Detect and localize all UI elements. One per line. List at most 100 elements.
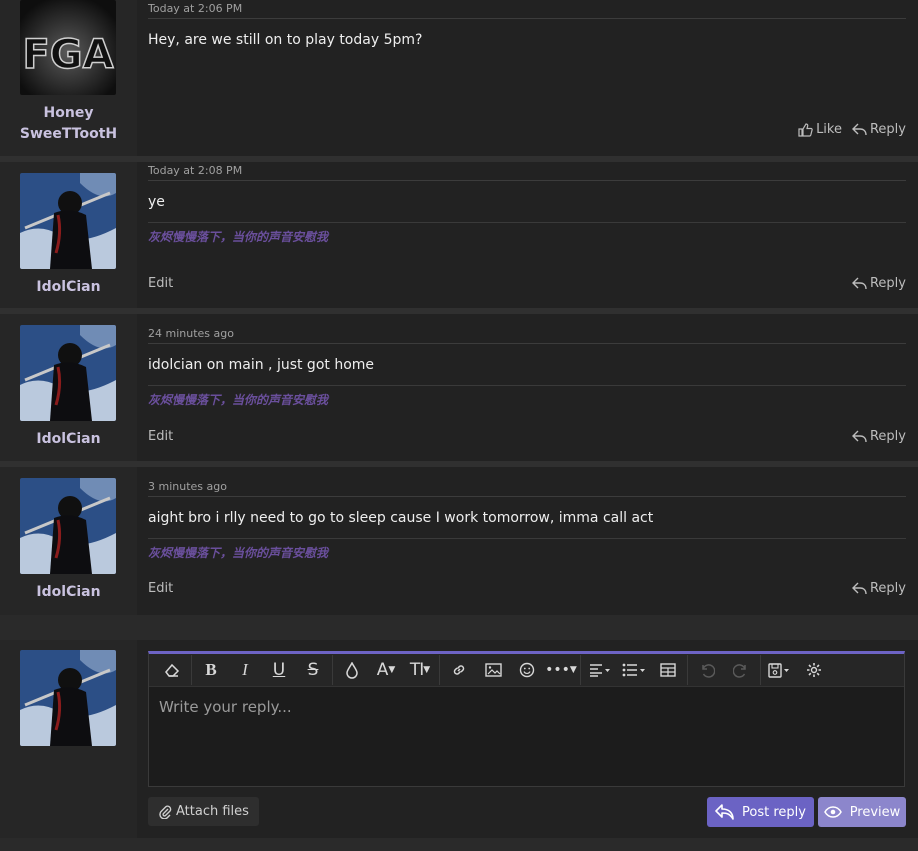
post-actions: Reply xyxy=(851,429,906,444)
reply-label[interactable]: Reply xyxy=(870,581,906,596)
reply-button[interactable]: Reply xyxy=(851,276,906,291)
image-icon[interactable] xyxy=(476,655,510,685)
editor-toolbar: B I U S A ▼ TI ▼ ••• ▼ xyxy=(149,654,904,687)
table-icon[interactable] xyxy=(651,655,685,685)
message-column: Today at 2:06 PM Hey, are we still on to… xyxy=(148,0,906,156)
settings-icon[interactable] xyxy=(797,655,831,685)
eraser-icon[interactable] xyxy=(155,655,189,685)
signature: 灰烬慢慢落下，当你的声音安慰我 xyxy=(148,393,329,407)
user-column: IdolCian xyxy=(0,314,137,461)
reply-label[interactable]: Reply xyxy=(870,429,906,444)
message-column: 24 minutes ago idolcian on main , just g… xyxy=(148,314,906,461)
avatar-logo-text: FGA xyxy=(22,32,113,78)
post-3: IdolCian 24 minutes ago idolcian on main… xyxy=(0,314,918,467)
username-line-2[interactable]: SweeTTootH xyxy=(0,124,137,145)
font-family-icon[interactable]: A ▼ xyxy=(369,655,403,685)
post-1: FGA Honey SweeTTootH Today at 2:06 PM He… xyxy=(0,0,918,162)
avatar[interactable]: FGA xyxy=(20,0,116,95)
font-size-glyph: TI xyxy=(409,660,424,680)
thumbs-up-icon xyxy=(798,122,813,137)
post-actions: Like Reply xyxy=(798,122,906,137)
avatar[interactable] xyxy=(20,173,116,269)
page-footer-strip xyxy=(0,838,918,851)
italic-icon[interactable]: I xyxy=(228,655,262,685)
quick-reply: B I U S A ▼ TI ▼ ••• ▼ Write your reply.… xyxy=(0,640,918,838)
redo-icon[interactable] xyxy=(724,655,758,685)
bold-icon[interactable]: B xyxy=(194,655,228,685)
signature-block: 灰烬慢慢落下，当你的声音安慰我 xyxy=(148,538,906,561)
username[interactable]: IdolCian xyxy=(0,582,137,603)
reply-button[interactable]: Reply xyxy=(851,429,906,444)
ellipsis-icon: ••• xyxy=(545,662,570,678)
paperclip-icon xyxy=(159,805,172,819)
avatar[interactable] xyxy=(20,478,116,574)
reply-arrow-icon xyxy=(851,430,867,443)
reply-input[interactable]: Write your reply... xyxy=(159,698,292,716)
chevron-down-icon: ▼ xyxy=(569,665,577,675)
font-size-icon[interactable]: TI ▼ xyxy=(403,655,437,685)
preview-button[interactable]: Preview xyxy=(818,797,906,827)
toolbar-divider xyxy=(687,655,688,685)
reply-arrow-icon xyxy=(851,123,867,136)
post-timestamp[interactable]: Today at 2:08 PM xyxy=(148,162,906,181)
toolbar-divider xyxy=(580,655,581,685)
post-timestamp[interactable]: 3 minutes ago xyxy=(148,467,906,497)
reply-button[interactable]: Reply xyxy=(851,122,906,137)
font-family-glyph: A xyxy=(376,660,389,680)
post-reply-label[interactable]: Post reply xyxy=(742,805,806,820)
edit-button[interactable]: Edit xyxy=(148,429,173,444)
preview-label[interactable]: Preview xyxy=(850,805,901,820)
edit-button[interactable]: Edit xyxy=(148,581,173,596)
post-actions: Reply xyxy=(851,276,906,291)
username[interactable]: Honey SweeTTootH xyxy=(0,103,137,145)
signature-block: 灰烬慢慢落下，当你的声音安慰我 xyxy=(148,385,906,408)
message-column: Today at 2:08 PM ye 灰烬慢慢落下，当你的声音安慰我 Edit… xyxy=(148,162,906,308)
username-line-1[interactable]: Honey xyxy=(0,103,137,124)
signature: 灰烬慢慢落下，当你的声音安慰我 xyxy=(148,546,329,560)
toolbar-divider xyxy=(191,655,192,685)
post-2: IdolCian Today at 2:08 PM ye 灰烬慢慢落下，当你的声… xyxy=(0,162,918,314)
post-timestamp[interactable]: Today at 2:06 PM xyxy=(148,0,906,19)
username[interactable]: IdolCian xyxy=(0,277,137,298)
avatar[interactable] xyxy=(20,325,116,421)
attach-files-button[interactable]: Attach files xyxy=(148,797,259,826)
username[interactable]: IdolCian xyxy=(0,429,137,450)
underline-icon[interactable]: U xyxy=(262,655,296,685)
more-options-icon[interactable]: ••• ▼ xyxy=(544,655,578,685)
message-column: 3 minutes ago aight bro i rlly need to g… xyxy=(148,467,906,615)
list-icon[interactable] xyxy=(617,655,651,685)
reply-arrow-icon xyxy=(851,582,867,595)
my-avatar[interactable] xyxy=(20,650,116,746)
toolbar-divider xyxy=(439,655,440,685)
chevron-down-icon: ▼ xyxy=(423,665,431,675)
strikethrough-icon[interactable]: S xyxy=(296,655,330,685)
reply-label[interactable]: Reply xyxy=(870,276,906,291)
post-reply-button[interactable]: Post reply xyxy=(707,797,814,827)
smiley-icon[interactable] xyxy=(510,655,544,685)
like-label[interactable]: Like xyxy=(816,122,842,137)
user-column: IdolCian xyxy=(0,162,137,308)
post-actions: Reply xyxy=(851,581,906,596)
edit-button[interactable]: Edit xyxy=(148,276,173,291)
post-message: aight bro i rlly need to go to sleep cau… xyxy=(148,510,654,526)
reply-button[interactable]: Reply xyxy=(851,581,906,596)
reply-label[interactable]: Reply xyxy=(870,122,906,137)
color-drop-icon[interactable] xyxy=(335,655,369,685)
user-column: FGA Honey SweeTTootH xyxy=(0,0,137,156)
link-icon[interactable] xyxy=(442,655,476,685)
user-column: IdolCian xyxy=(0,467,137,615)
post-message: ye xyxy=(148,194,165,210)
user-column xyxy=(0,640,137,838)
undo-icon[interactable] xyxy=(690,655,724,685)
like-button[interactable]: Like xyxy=(798,122,842,137)
attach-files-label[interactable]: Attach files xyxy=(176,804,249,819)
drafts-icon[interactable] xyxy=(763,655,797,685)
chevron-down-icon: ▼ xyxy=(388,665,396,675)
signature-block: 灰烬慢慢落下，当你的声音安慰我 xyxy=(148,222,906,245)
post-4: IdolCian 3 minutes ago aight bro i rlly … xyxy=(0,467,918,615)
post-message: idolcian on main , just got home xyxy=(148,357,375,373)
reply-arrow-icon xyxy=(851,277,867,290)
reply-arrow-icon xyxy=(715,804,734,820)
post-timestamp[interactable]: 24 minutes ago xyxy=(148,314,906,344)
align-icon[interactable] xyxy=(583,655,617,685)
